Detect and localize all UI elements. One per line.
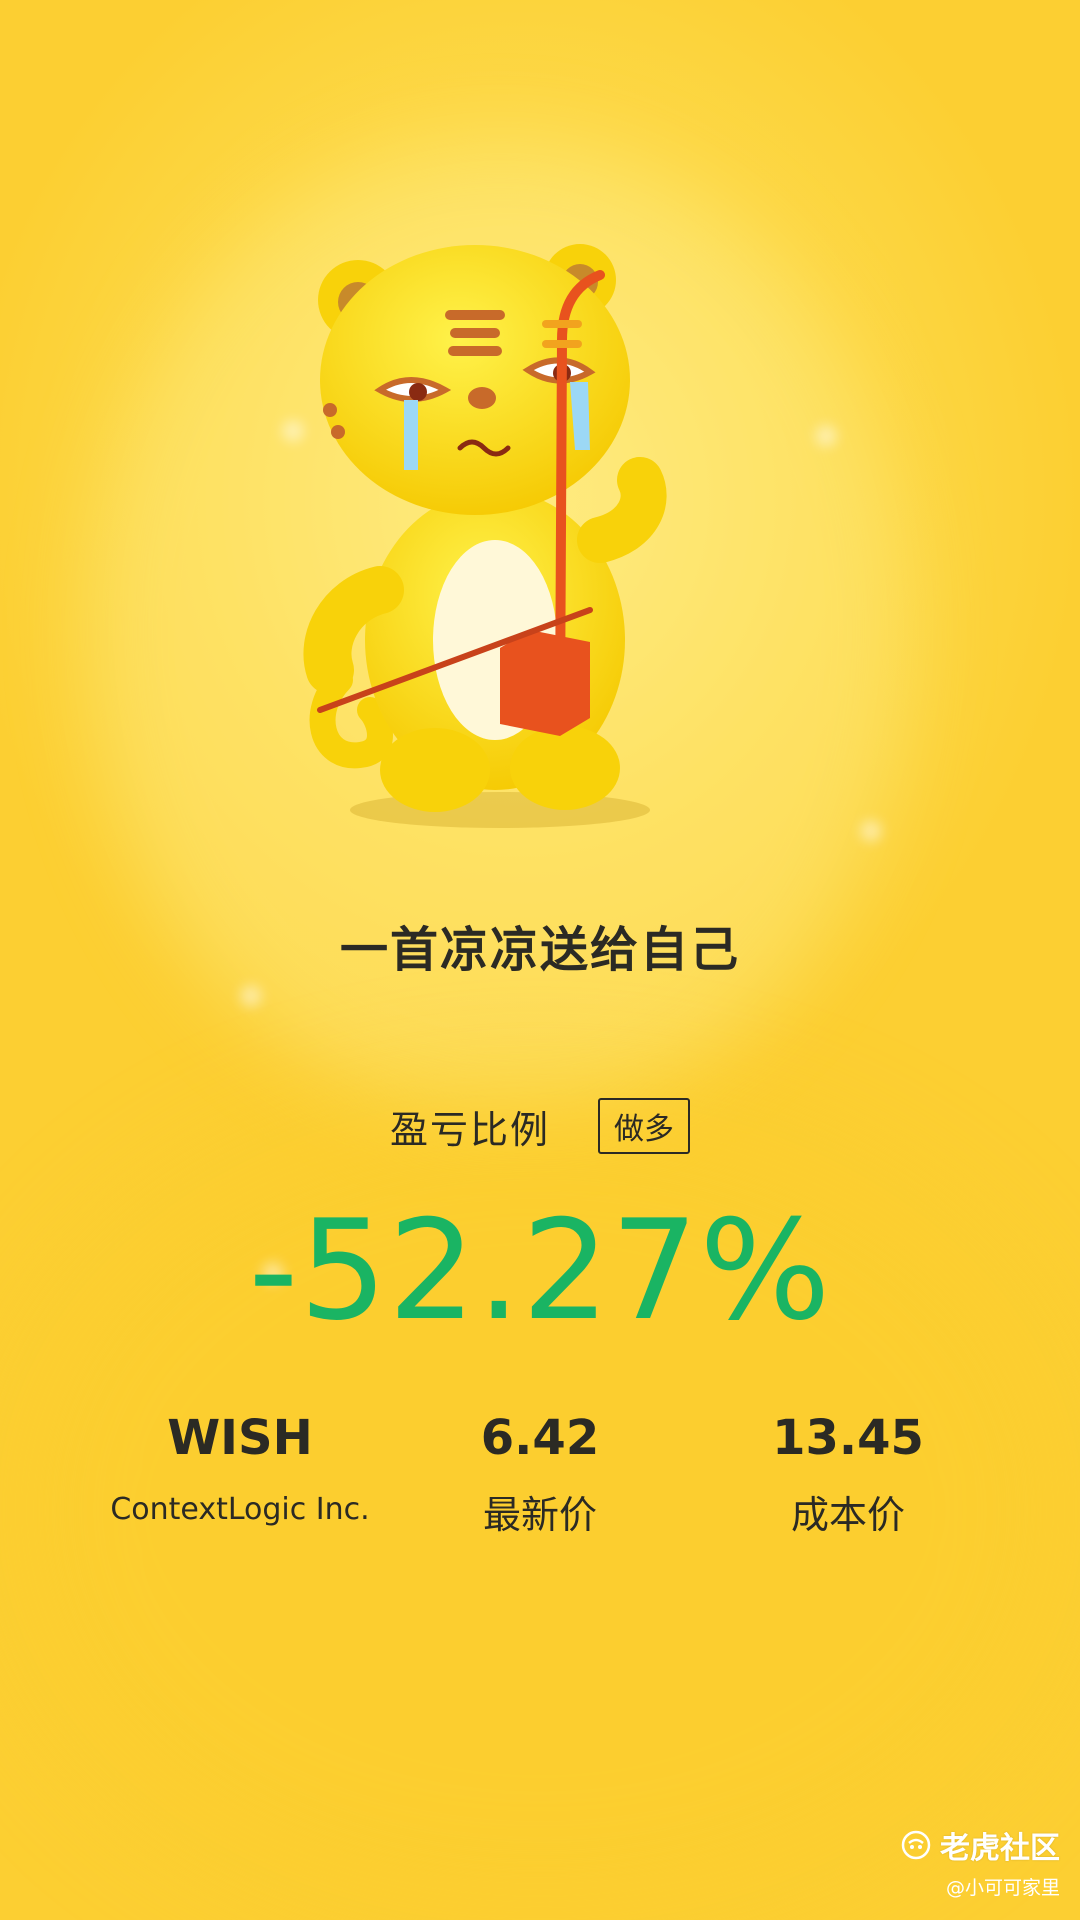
pnl-percent: -52.27%: [248, 1190, 832, 1351]
sparkle: [240, 985, 262, 1007]
headline: 一首凉凉送给自己: [339, 922, 740, 978]
cost-price-label: 成本价: [790, 1493, 905, 1537]
sparkle: [815, 425, 837, 447]
sparkle: [860, 820, 882, 842]
watermark-user: @小可可家里: [945, 1877, 1060, 1899]
position-direction-badge: 做多: [598, 1098, 690, 1154]
cost-price-block: 13.45 成本价: [668, 1410, 1028, 1539]
tiger-community-logo-icon: [901, 1830, 931, 1860]
watermark: 老虎社区 @小可可家里: [900, 1823, 1060, 1900]
latest-price-block: 6.42 最新价: [360, 1410, 720, 1539]
pnl-ratio-row: 盈亏比例 做多: [0, 1098, 1080, 1154]
latest-price-label: 最新价: [482, 1493, 597, 1537]
share-card-screen: 一首凉凉送给自己 盈亏比例 做多 -52.27% WISH ContextLog…: [0, 0, 1080, 1920]
cost-price-value: 13.45: [772, 1410, 924, 1466]
watermark-brand: 老虎社区: [940, 1831, 1060, 1866]
pnl-ratio-label: 盈亏比例: [389, 1107, 550, 1152]
watermark-brand-row: 老虎社区: [900, 1823, 1060, 1867]
crying-tiger-erhu-mascot-icon: [303, 244, 667, 828]
latest-price-value: 6.42: [480, 1410, 600, 1466]
